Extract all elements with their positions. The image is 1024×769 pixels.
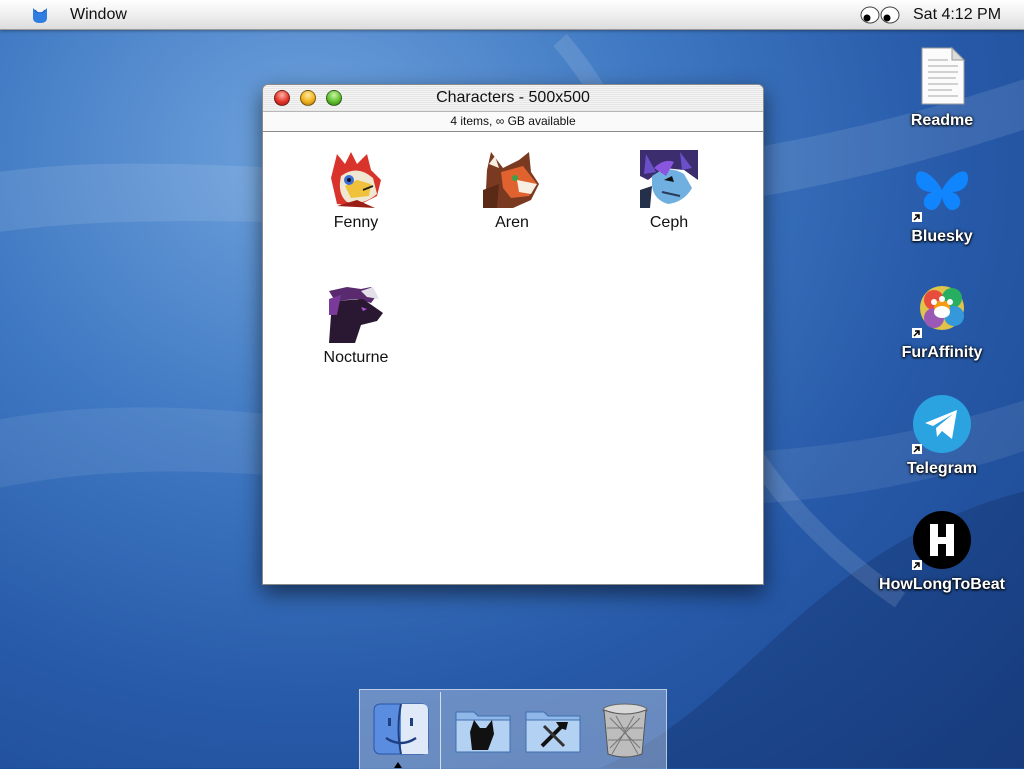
desktop-icon-telegram[interactable]: Telegram bbox=[872, 394, 1012, 478]
hltb-icon bbox=[912, 510, 972, 570]
window-titlebar[interactable]: Characters - 500x500 bbox=[263, 85, 763, 112]
nocturne-avatar-icon bbox=[327, 285, 385, 343]
blue-cat-icon[interactable] bbox=[30, 5, 50, 25]
running-indicator bbox=[394, 762, 402, 768]
file-fenny[interactable]: Fenny bbox=[296, 150, 416, 232]
fox-folder-icon[interactable] bbox=[452, 698, 514, 760]
paper-plane-icon bbox=[912, 394, 972, 454]
file-label: Ceph bbox=[649, 214, 689, 231]
tools-folder-icon[interactable] bbox=[522, 698, 584, 760]
ceph-avatar-icon bbox=[640, 150, 698, 208]
menu-bar: Window Sat 4:12 PM bbox=[0, 0, 1024, 30]
desktop-icon-label: Bluesky bbox=[911, 228, 973, 245]
desktop-icon-label: HowLongToBeat bbox=[879, 576, 1005, 593]
desktop-icon-label: Telegram bbox=[907, 460, 977, 477]
desktop-icon-howlongtobeat[interactable]: HowLongToBeat bbox=[872, 510, 1012, 594]
finder-window: Characters - 500x500 4 items, ∞ GB avail… bbox=[262, 84, 764, 585]
menu-window[interactable]: Window bbox=[70, 6, 127, 24]
file-nocturne[interactable]: Nocturne bbox=[296, 285, 416, 367]
desktop-icon-readme[interactable]: Readme bbox=[872, 46, 1012, 130]
desktop-icon-furaffinity[interactable]: FurAffinity bbox=[872, 278, 1012, 362]
dock-separator bbox=[440, 692, 441, 769]
paw-icon bbox=[912, 278, 972, 338]
alias-arrow-icon bbox=[912, 212, 922, 222]
fenny-avatar-icon bbox=[327, 150, 385, 208]
alias-arrow-icon bbox=[912, 328, 922, 338]
desktop-icon-label: Readme bbox=[910, 112, 974, 129]
desktop-icon-bluesky[interactable]: Bluesky bbox=[872, 162, 1012, 246]
alias-arrow-icon bbox=[912, 560, 922, 570]
file-label: Aren bbox=[495, 214, 529, 231]
desktop-icon-label: FurAffinity bbox=[901, 344, 983, 361]
file-ceph[interactable]: Ceph bbox=[609, 150, 729, 232]
file-label: Fenny bbox=[333, 214, 379, 231]
window-content: Fenny Aren Ceph Nocturne bbox=[263, 132, 763, 584]
menubar-clock[interactable]: Sat 4:12 PM bbox=[913, 6, 1001, 24]
file-label: Nocturne bbox=[323, 349, 389, 366]
window-status: 4 items, ∞ GB available bbox=[263, 112, 763, 132]
window-title: Characters - 500x500 bbox=[436, 89, 590, 106]
document-icon bbox=[912, 46, 972, 106]
alias-arrow-icon bbox=[912, 444, 922, 454]
trash-icon[interactable] bbox=[594, 698, 656, 760]
eyes-icon[interactable] bbox=[860, 6, 902, 24]
aren-avatar-icon bbox=[483, 150, 541, 208]
dock bbox=[359, 689, 667, 769]
butterfly-icon bbox=[912, 162, 972, 222]
file-aren[interactable]: Aren bbox=[452, 150, 572, 232]
finder-icon[interactable] bbox=[370, 698, 432, 760]
